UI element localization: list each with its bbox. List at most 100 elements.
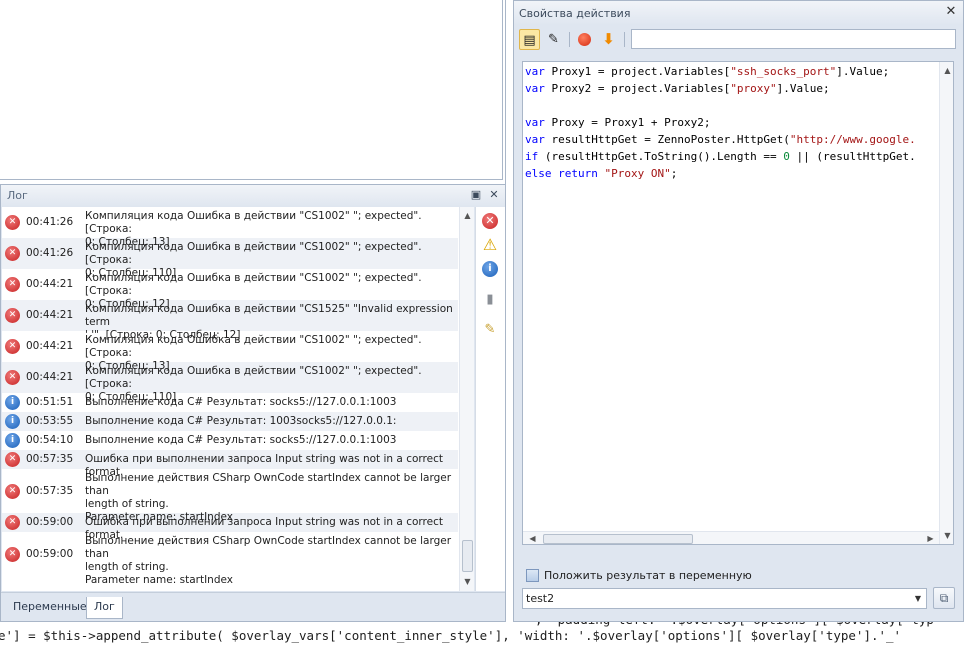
save-to-variable-label: Положить результат в переменную	[544, 569, 752, 582]
variable-select-value: test2	[526, 592, 555, 605]
code-line: var Proxy = Proxy1 + Proxy2;	[525, 114, 937, 131]
log-row[interactable]: ✕ 00:57:35 Ошибка при выполнении запроса I…	[2, 450, 458, 478]
log-time: 00:41:26	[26, 247, 74, 259]
log-time: 00:53:55	[26, 415, 74, 427]
error-icon: ✕	[5, 308, 20, 323]
code-token: ].Value;	[836, 65, 890, 78]
code-text[interactable]: var Proxy1 = project.Variables["ssh_sock…	[525, 63, 937, 182]
log-panel: Лог ▣ ✕ ✕ 00:59:00 Выполнение действия CSh…	[0, 184, 506, 622]
workspace-canvas[interactable]	[0, 0, 503, 180]
code-token: var	[525, 82, 545, 95]
editor-vertical-scrollbar[interactable]: ▲ ▼	[939, 62, 953, 544]
code-line: var Proxy1 = project.Variables["ssh_sock…	[525, 63, 937, 80]
properties-header: Свойства действия ✕	[514, 1, 963, 25]
log-row[interactable]: i 00:53:55 Выполнение кода C# Результат: 1…	[2, 412, 458, 431]
record-icon[interactable]	[574, 29, 595, 50]
scroll-thumb[interactable]	[462, 540, 473, 572]
code-token: "http://www.google.	[789, 133, 916, 146]
code-token: || (resultHttpGet.	[789, 150, 916, 163]
log-message: Выполнение кода C# Результат: socks5://1…	[85, 434, 397, 446]
error-icon: ✕	[5, 515, 20, 530]
properties-toolbar: ▤ ✎ ⬇	[514, 26, 963, 54]
toolbar-separator	[624, 32, 625, 47]
log-time: 00:44:21	[26, 371, 74, 383]
log-scrollbar[interactable]: ▲ ▼	[459, 207, 474, 591]
debug-icon[interactable]: ▮	[481, 291, 499, 309]
code-token: Proxy1 = project.Variables[	[544, 65, 731, 78]
log-filter-toolbar: ✕ ⚠ i ▮ ✎	[475, 207, 505, 591]
scroll-thumb[interactable]	[543, 534, 693, 544]
log-message: Ошибка при выполнении запроса Input stri…	[85, 453, 443, 478]
error-icon: ✕	[5, 547, 20, 562]
info-icon: i	[5, 395, 20, 410]
log-time: 00:44:21	[26, 340, 74, 352]
log-message: Компиляция кода Ошибка в действии "CS100…	[85, 210, 422, 248]
error-icon: ✕	[5, 452, 20, 467]
close-icon[interactable]: ✕	[944, 5, 958, 19]
close-icon[interactable]: ✕	[487, 188, 501, 202]
error-icon: ✕	[5, 484, 20, 499]
scroll-right-icon[interactable]: ▶	[923, 532, 938, 544]
properties-search-input[interactable]	[631, 29, 956, 49]
copy-variable-button[interactable]: ⧉	[933, 587, 955, 609]
tab-variables[interactable]: Переменные	[6, 597, 94, 619]
filter-errors-icon[interactable]: ✕	[482, 213, 498, 229]
toolbar-separator	[569, 32, 570, 47]
arrow-down-icon[interactable]: ⬇	[598, 29, 619, 50]
filter-warnings-icon[interactable]: ⚠	[481, 236, 499, 254]
code-token: ].Value;	[776, 82, 830, 95]
clear-log-icon[interactable]: ✎	[481, 321, 499, 339]
log-time: 00:51:51	[26, 396, 74, 408]
workspace-pane	[0, 0, 506, 184]
code-token: var	[525, 133, 545, 146]
log-header: Лог ▣ ✕	[1, 185, 505, 207]
edit-properties-icon[interactable]: ✎	[543, 29, 564, 50]
variable-select[interactable]: test2 ▼	[522, 588, 927, 609]
log-time: 00:57:35	[26, 485, 74, 497]
code-token: (resultHttpGet.ToString().Length ==	[538, 150, 784, 163]
scroll-down-icon[interactable]: ▼	[940, 529, 953, 543]
info-icon: i	[5, 433, 20, 448]
bottom-tab-bar: Переменные Лог	[1, 592, 505, 621]
tab-log[interactable]: Лог	[86, 597, 123, 619]
info-icon: i	[5, 414, 20, 429]
error-icon: ✕	[5, 277, 20, 292]
scroll-left-icon[interactable]: ◀	[525, 532, 540, 544]
log-row[interactable]: i 00:54:10 Выполнение кода C# Результат: s…	[2, 431, 458, 450]
save-to-variable-checkbox[interactable]	[526, 569, 539, 582]
log-message: Выполнение действия CSharp OwnCode start…	[85, 535, 452, 586]
code-token: resultHttpGet = ZennoPoster.HttpGet(	[544, 133, 790, 146]
grid-view-icon[interactable]: ▤	[519, 29, 540, 50]
code-token: if	[525, 150, 539, 163]
scroll-up-icon[interactable]: ▲	[940, 64, 953, 78]
error-icon: ✕	[5, 215, 20, 230]
scroll-up-icon[interactable]: ▲	[460, 209, 474, 223]
code-editor[interactable]: var Proxy1 = project.Variables["ssh_sock…	[522, 61, 954, 545]
code-line: else return "Proxy ON";	[525, 165, 937, 182]
properties-title: Свойства действия	[519, 7, 631, 20]
log-time: 00:54:10	[26, 434, 74, 446]
code-line: var resultHttpGet = ZennoPoster.HttpGet(…	[525, 131, 937, 148]
scroll-down-icon[interactable]: ▼	[460, 575, 474, 589]
chevron-down-icon[interactable]: ▼	[910, 589, 926, 608]
log-time: 00:44:21	[26, 278, 74, 290]
code-token: else	[525, 167, 552, 180]
log-row[interactable]: ✕ 00:41:26 Компиляция кода Ошибка в действ…	[2, 207, 458, 248]
editor-horizontal-scrollbar[interactable]: ◀ ▶	[523, 531, 939, 544]
code-token: "proxy"	[730, 82, 777, 95]
code-token: Proxy = Proxy1 + Proxy2;	[544, 116, 711, 129]
code-line: var Proxy2 = project.Variables["proxy"].…	[525, 80, 937, 97]
code-token: var	[525, 65, 545, 78]
code-token: 0	[783, 150, 790, 163]
log-time: 00:44:21	[26, 309, 74, 321]
log-time: 00:41:26	[26, 216, 74, 228]
action-properties-panel: Свойства действия ✕ ▤ ✎ ⬇ var Proxy1 = p…	[513, 0, 964, 622]
log-list[interactable]: ✕ 00:59:00 Выполнение действия CSharp OwnC…	[2, 207, 474, 591]
error-icon: ✕	[5, 370, 20, 385]
filter-info-icon[interactable]: i	[482, 261, 498, 277]
maximize-icon[interactable]: ▣	[469, 188, 483, 202]
log-message: Выполнение кода C# Результат: 1003socks5…	[85, 415, 397, 427]
log-message: Выполнение действия CSharp OwnCode start…	[85, 472, 452, 523]
